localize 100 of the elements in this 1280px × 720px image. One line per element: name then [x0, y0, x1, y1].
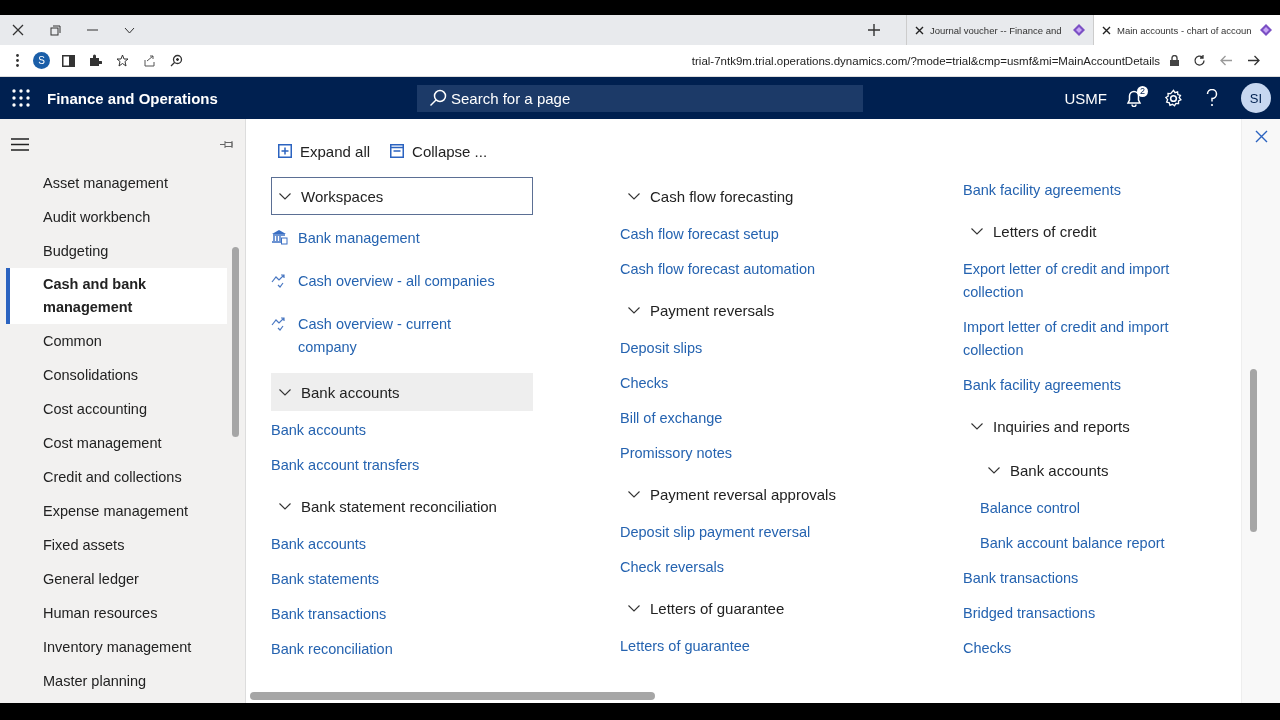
notification-badge: 2: [1137, 85, 1148, 97]
back-icon[interactable]: [1220, 55, 1233, 66]
browser-tab[interactable]: Main accounts - chart of accoun: [1093, 15, 1280, 45]
chevron-icon: [279, 388, 291, 396]
forward-icon[interactable]: [1247, 55, 1260, 66]
group-header[interactable]: Bank accounts: [271, 373, 533, 411]
scrollbar-thumb[interactable]: [1250, 369, 1257, 532]
group-header[interactable]: Workspaces: [271, 177, 533, 215]
menu-link[interactable]: Bank reconciliation: [271, 638, 393, 661]
nav-item[interactable]: Expense management: [6, 494, 227, 528]
menu-link[interactable]: Export letter of credit and import collection: [963, 258, 1198, 304]
group-header[interactable]: Bank statement reconciliation: [271, 487, 533, 525]
trend-icon: [271, 272, 288, 288]
nav-item[interactable]: Master planning: [6, 664, 227, 698]
menu-link[interactable]: Bridged transactions: [963, 602, 1096, 625]
group-header[interactable]: Cash flow forecasting: [620, 177, 963, 215]
nav-item[interactable]: Common: [6, 324, 227, 358]
menu-link[interactable]: Letters of guarantee: [620, 635, 750, 658]
scrollbar-thumb[interactable]: [250, 692, 655, 700]
menu-link[interactable]: Bill of exchange: [620, 407, 723, 430]
nav-item[interactable]: Cash and bank management: [6, 268, 227, 324]
menu-link[interactable]: Import letter of credit and import collection: [963, 316, 1198, 362]
menu-link[interactable]: Bank facility agreements: [963, 179, 1121, 202]
company-picker[interactable]: USMF: [1064, 89, 1107, 107]
menu-link[interactable]: Bank transactions: [963, 567, 1079, 590]
menu-link[interactable]: Cash flow forecast automation: [620, 258, 816, 281]
group-header[interactable]: Inquiries and reports: [963, 407, 1241, 445]
chevron-icon: [971, 422, 983, 430]
menu-link[interactable]: Deposit slip payment reversal: [620, 521, 811, 544]
zoom-icon[interactable]: [170, 54, 183, 67]
minus-box-icon: [390, 144, 405, 158]
menu-link[interactable]: Cash flow forecast setup: [620, 223, 779, 246]
star-icon[interactable]: [116, 54, 129, 67]
share-icon[interactable]: [143, 54, 156, 67]
sidebar-icon[interactable]: [62, 54, 75, 67]
nav-item[interactable]: Consolidations: [6, 358, 227, 392]
menu-link[interactable]: Bank account transfers: [271, 454, 420, 477]
puzzle-icon[interactable]: [89, 54, 102, 67]
help-icon[interactable]: [1206, 89, 1218, 107]
menu-link[interactable]: Checks: [620, 372, 669, 395]
search-field[interactable]: Search for a page: [417, 84, 863, 112]
chevron-icon: [279, 502, 291, 510]
chevron-icon: [628, 604, 640, 612]
menu-link[interactable]: Balance control: [980, 497, 1080, 520]
nav-item[interactable]: Budgeting: [6, 234, 227, 268]
menu-icon[interactable]: [16, 54, 19, 67]
menu-link[interactable]: Bank transactions: [271, 603, 387, 626]
group-header[interactable]: Payment reversal approvals: [620, 475, 963, 513]
trend-icon: [271, 315, 288, 331]
nav-item[interactable]: Inventory management: [6, 630, 227, 664]
menu-link[interactable]: Bank account balance report: [980, 532, 1165, 555]
nav-item[interactable]: Asset management: [6, 166, 227, 200]
menu-link[interactable]: Promissory notes: [620, 442, 732, 465]
menu-icon[interactable]: [11, 138, 29, 151]
group-header[interactable]: Payment reversals: [620, 291, 963, 329]
scrollbar-thumb[interactable]: [232, 247, 239, 437]
pin-icon[interactable]: [220, 140, 235, 149]
app-title: Finance and Operations: [47, 89, 219, 107]
chevron-icon: [971, 227, 983, 235]
menu-link[interactable]: Deposit slips: [620, 337, 703, 360]
workspace-link[interactable]: Cash overview - current company: [298, 313, 498, 359]
close-icon[interactable]: [915, 25, 924, 35]
dropdown-icon[interactable]: [124, 26, 135, 34]
nav-item[interactable]: Cost management: [6, 426, 227, 460]
menu-link[interactable]: Bank accounts: [271, 419, 367, 442]
address-field[interactable]: trial-7ntk9m.trial.operations.dynamics.com/?mode=trial&cmp=usmf&mi=MainAccountDetails: [691, 54, 1160, 67]
nav-item[interactable]: Credit and collections: [6, 460, 227, 494]
nav-item[interactable]: Fixed assets: [6, 528, 227, 562]
chevron-icon: [279, 192, 291, 200]
close-icon[interactable]: [1102, 25, 1111, 35]
reload-icon[interactable]: [1193, 54, 1206, 67]
new-tab-icon[interactable]: [868, 24, 880, 36]
collapse-all-button[interactable]: Collapse ...: [390, 140, 488, 162]
expand-all-button[interactable]: Expand all: [278, 140, 371, 162]
menu-link[interactable]: Bank statements: [271, 568, 379, 591]
menu-link[interactable]: Check reversals: [620, 556, 724, 579]
chevron-icon: [628, 192, 640, 200]
group-header[interactable]: Bank accounts: [980, 451, 1241, 489]
chevron-icon: [628, 306, 640, 314]
bell-icon[interactable]: [1125, 89, 1143, 107]
lock-icon: [1170, 55, 1179, 66]
diamond-icon: [1260, 24, 1272, 36]
workspace-link[interactable]: Bank management: [298, 227, 420, 250]
nav-item[interactable]: Audit workbench: [6, 200, 227, 234]
user-avatar[interactable]: SI: [1241, 83, 1271, 113]
menu-link[interactable]: Checks: [963, 637, 1012, 660]
nav-item[interactable]: General ledger: [6, 562, 227, 596]
menu-link[interactable]: Bank facility agreements: [963, 374, 1121, 397]
close-icon[interactable]: [12, 24, 24, 36]
menu-link[interactable]: Bank accounts: [271, 533, 367, 556]
restore-icon[interactable]: [50, 24, 61, 36]
nav-item[interactable]: Human resources: [6, 596, 227, 630]
profile-avatar[interactable]: S: [33, 52, 50, 69]
workspace-link[interactable]: Cash overview - all companies: [298, 270, 495, 293]
search-icon: [429, 88, 447, 107]
settings-icon[interactable]: [1164, 88, 1183, 108]
group-header[interactable]: Letters of credit: [963, 212, 1241, 250]
app-launcher-icon[interactable]: [12, 89, 30, 107]
group-header[interactable]: Letters of guarantee: [620, 589, 963, 627]
nav-item[interactable]: Cost accounting: [6, 392, 227, 426]
